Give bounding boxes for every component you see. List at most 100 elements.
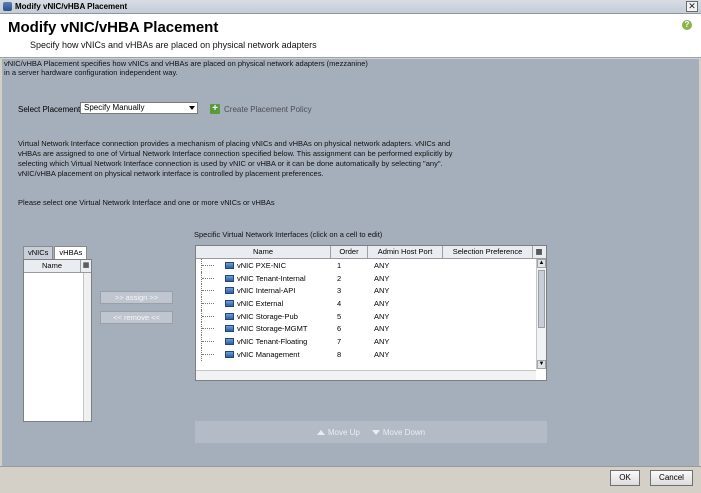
tab-vhbas[interactable]: vHBAs (54, 246, 88, 259)
chevron-down-icon (189, 106, 195, 110)
row-admin-host-port[interactable]: ANY (368, 286, 443, 295)
table-row[interactable]: vNIC Storage-MGMT 6 ANY (196, 322, 546, 336)
vnic-icon (225, 312, 234, 320)
vnic-icon (225, 299, 234, 307)
column-chooser-icon[interactable]: ▦ (533, 246, 545, 258)
col-admin-host-port[interactable]: Admin Host Port (368, 246, 443, 258)
row-admin-host-port[interactable]: ANY (368, 337, 443, 346)
row-name: vNIC PXE-NIC (237, 260, 287, 270)
row-admin-host-port[interactable]: ANY (368, 324, 443, 333)
vnic-icon (225, 337, 234, 345)
scroll-down-icon[interactable]: ▼ (537, 360, 546, 369)
select-placement-label: Select Placement: (18, 105, 83, 114)
row-name: vNIC Tenant-Floating (237, 336, 308, 346)
tree-connector (201, 335, 214, 348)
row-name: vNIC Management (237, 349, 300, 359)
row-order[interactable]: 5 (331, 312, 368, 321)
row-admin-host-port[interactable]: ANY (368, 350, 443, 359)
list-header: Name ▦ (24, 260, 91, 273)
row-admin-host-port[interactable]: ANY (368, 312, 443, 321)
info-text: Virtual Network Interface connection pro… (18, 139, 453, 178)
close-icon[interactable]: ✕ (686, 1, 698, 12)
move-toolbar: Move Up Move Down (195, 421, 547, 443)
row-admin-host-port[interactable]: ANY (368, 274, 443, 283)
row-order[interactable]: 3 (331, 286, 368, 295)
column-chooser-icon[interactable]: ▦ (81, 260, 91, 272)
create-placement-policy-link[interactable]: + Create Placement Policy (210, 104, 312, 114)
col-name[interactable]: Name (196, 246, 331, 258)
plus-icon: + (210, 104, 220, 114)
tree-connector (201, 284, 214, 298)
vhba-list[interactable]: Name ▦ (23, 259, 92, 422)
tree-connector (201, 297, 214, 310)
placement-select-value: Specify Manually (84, 103, 145, 112)
tree-connector (201, 309, 214, 323)
interfaces-table[interactable]: Name Order Admin Host Port Selection Pre… (195, 245, 547, 381)
row-order[interactable]: 7 (331, 337, 368, 346)
table-row[interactable]: vNIC Storage-Pub 5 ANY (196, 309, 546, 323)
row-order[interactable]: 4 (331, 299, 368, 308)
move-down-label: Move Down (382, 427, 426, 437)
row-order[interactable]: 2 (331, 274, 368, 283)
row-order[interactable]: 6 (331, 324, 368, 333)
window-title: Modify vNIC/vHBA Placement (15, 2, 128, 11)
placement-description: vNIC/vHBA Placement specifies how vNICs … (4, 59, 368, 77)
move-up-label: Move Up (327, 427, 360, 437)
table-header: Name Order Admin Host Port Selection Pre… (196, 246, 546, 259)
row-name: vNIC Tenant-Internal (237, 273, 306, 283)
row-name: vNIC External (237, 298, 284, 308)
tree-connector (201, 347, 214, 361)
vnic-icon (225, 287, 234, 295)
list-scrollbar[interactable] (83, 273, 91, 421)
table-row[interactable]: vNIC Internal-API 3 ANY (196, 284, 546, 298)
row-name: vNIC Internal-API (237, 286, 296, 296)
row-order[interactable]: 8 (331, 350, 368, 359)
move-down-button[interactable]: Move Down (371, 427, 426, 437)
arrow-down-icon (371, 429, 380, 435)
vnic-icon (225, 274, 234, 282)
col-order[interactable]: Order (331, 246, 368, 258)
table-row[interactable]: vNIC Tenant-Floating 7 ANY (196, 335, 546, 348)
scroll-up-icon[interactable]: ▲ (537, 259, 546, 268)
content-area: vNIC/vHBA Placement specifies how vNICs … (2, 59, 699, 466)
table-horizontal-scrollbar[interactable] (196, 370, 536, 380)
cancel-button[interactable]: Cancel (650, 470, 693, 486)
tree-connector (201, 259, 214, 272)
table-row[interactable]: vNIC Tenant-Internal 2 ANY (196, 271, 546, 285)
table-row[interactable]: vNIC Management 8 ANY (196, 347, 546, 361)
vnic-vhba-tabs: vNICs vHBAs (23, 246, 88, 259)
table-row[interactable]: vNIC PXE-NIC 1 ANY (196, 259, 546, 272)
vnic-icon (225, 350, 234, 358)
row-admin-host-port[interactable]: ANY (368, 299, 443, 308)
assign-button[interactable]: >> assign >> (100, 291, 173, 304)
tab-vnics[interactable]: vNICs (23, 246, 54, 259)
tree-connector (201, 271, 214, 285)
remove-button[interactable]: << remove << (100, 311, 173, 324)
dialog-footer: OK Cancel (0, 466, 701, 493)
col-selection-preference[interactable]: Selection Preference (443, 246, 533, 258)
move-up-button[interactable]: Move Up (316, 427, 360, 437)
row-admin-host-port[interactable]: ANY (368, 261, 443, 270)
row-name: vNIC Storage-Pub (237, 311, 298, 321)
title-bar: Modify vNIC/vHBA Placement ✕ (0, 0, 701, 14)
select-hint: Please select one Virtual Network Interf… (18, 198, 275, 207)
row-name: vNIC Storage-MGMT (237, 324, 308, 334)
placement-select[interactable]: Specify Manually (80, 102, 198, 114)
create-policy-label: Create Placement Policy (224, 104, 312, 114)
tree-connector (201, 322, 214, 336)
name-column-header[interactable]: Name (24, 260, 81, 272)
page-subtitle: Specify how vNICs and vHBAs are placed o… (30, 40, 317, 50)
row-order[interactable]: 1 (331, 261, 368, 270)
dialog-header: Modify vNIC/vHBA Placement Specify how v… (0, 14, 701, 58)
arrow-up-icon (316, 429, 325, 435)
ok-button[interactable]: OK (610, 470, 640, 486)
table-vertical-scrollbar[interactable]: ▲ ▼ (536, 259, 546, 369)
interfaces-label: Specific Virtual Network Interfaces (cli… (194, 230, 383, 239)
page-title: Modify vNIC/vHBA Placement (8, 19, 219, 36)
app-icon (3, 2, 12, 11)
vnic-icon (225, 325, 234, 333)
table-row[interactable]: vNIC External 4 ANY (196, 297, 546, 310)
help-icon[interactable]: ? (682, 20, 692, 30)
scroll-thumb[interactable] (538, 270, 545, 328)
vnic-icon (225, 261, 234, 269)
